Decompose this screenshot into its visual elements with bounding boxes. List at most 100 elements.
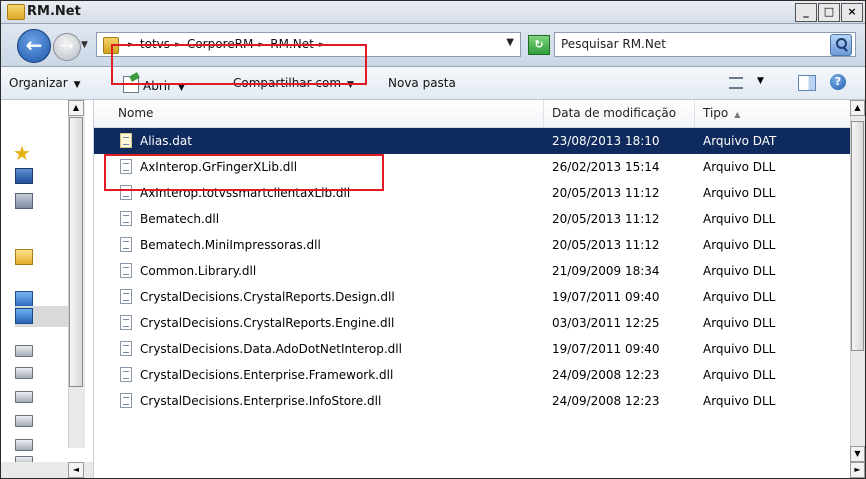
views-icon[interactable] (729, 77, 743, 89)
open-button[interactable]: Abrir ▼ (123, 76, 185, 93)
title-bar[interactable]: RM.Net _ □ × (1, 1, 865, 24)
scroll-down-icon[interactable]: ▼ (850, 446, 865, 462)
scroll-up-icon[interactable]: ▲ (68, 100, 84, 116)
file-icon (120, 159, 132, 174)
file-date: 24/09/2008 12:23 (552, 394, 660, 408)
new-folder-button[interactable]: Nova pasta (388, 76, 456, 90)
scroll-right-icon[interactable]: ► (850, 462, 865, 478)
search-placeholder: Pesquisar RM.Net (561, 37, 666, 51)
minimize-button[interactable]: _ (795, 3, 817, 22)
file-name: CrystalDecisions.Enterprise.Framework.dl… (140, 368, 394, 382)
share-label: Compartilhar com (233, 76, 342, 90)
window-title: RM.Net (27, 4, 81, 19)
column-type-label: Tipo (703, 106, 729, 120)
help-icon[interactable]: ? (830, 74, 846, 90)
file-name: CrystalDecisions.CrystalReports.Engine.d… (140, 316, 395, 330)
file-row[interactable]: Common.Library.dll 21/09/2009 18:34 Arquiv… (94, 258, 854, 284)
search-input[interactable]: Pesquisar RM.Net (554, 32, 856, 57)
file-name: CrystalDecisions.CrystalReports.Design.d… (140, 290, 395, 304)
chevron-down-icon: ▼ (178, 83, 185, 93)
breadcrumb-item-corporerm[interactable]: CorporeRM (187, 37, 253, 53)
file-icon (120, 367, 132, 382)
file-icon (120, 341, 132, 356)
libraries-icon[interactable] (15, 249, 33, 265)
column-name[interactable]: Nome (94, 100, 544, 127)
scroll-up-icon[interactable]: ▲ (850, 100, 865, 116)
chevron-right-icon[interactable]: ► (258, 37, 265, 53)
maximize-button[interactable]: □ (818, 3, 840, 22)
file-row[interactable]: AxInterop.GrFingerXLib.dll 26/02/2013 15:… (94, 154, 854, 180)
file-name: Common.Library.dll (140, 264, 257, 278)
organize-menu[interactable]: Organizar ▼ (9, 76, 81, 90)
file-list-scroll-thumb[interactable] (851, 121, 864, 351)
file-row[interactable]: AxInterop.totvssmartclientaxLib.dll 20/05… (94, 180, 854, 206)
file-row[interactable]: CrystalDecisions.Data.AdoDotNetInterop.d… (94, 336, 854, 362)
file-name: AxInterop.totvssmartclientaxLib.dll (140, 186, 351, 200)
desktop-icon[interactable] (15, 168, 33, 184)
new-folder-label: Nova pasta (388, 76, 456, 90)
file-type: Arquivo DLL (703, 186, 776, 200)
file-name: CrystalDecisions.Data.AdoDotNetInterop.d… (140, 342, 402, 356)
search-icon[interactable] (830, 34, 852, 56)
breadcrumb-item-rmnet[interactable]: RM.Net (270, 37, 314, 53)
network-icon[interactable] (15, 193, 33, 209)
chevron-down-icon: ▼ (73, 80, 81, 90)
file-date: 20/05/2013 11:12 (552, 186, 660, 200)
drive-icon[interactable] (15, 367, 33, 379)
preview-pane-icon[interactable] (798, 75, 816, 91)
computer-icon[interactable] (15, 308, 33, 324)
scroll-left-icon[interactable]: ◄ (68, 462, 84, 478)
chevron-right-icon[interactable]: ► (175, 37, 182, 53)
chevron-down-icon[interactable]: ▼ (506, 37, 514, 48)
file-name: CrystalDecisions.Enterprise.InfoStore.dl… (140, 394, 382, 408)
chevron-right-icon[interactable]: ► (128, 37, 135, 53)
folder-icon (103, 37, 119, 54)
file-name: Bematech.dll (140, 212, 220, 226)
chevron-right-icon[interactable]: ► (319, 37, 326, 53)
address-bar[interactable]: ► totvs ► CorporeRM ► RM.Net ► ▼ (96, 32, 521, 57)
window-controls: _ □ × (794, 3, 863, 22)
drive-icon[interactable] (15, 345, 33, 357)
file-date: 24/09/2008 12:23 (552, 368, 660, 382)
network-drive-icon[interactable] (15, 439, 33, 451)
file-date: 19/07/2011 09:40 (552, 342, 660, 356)
file-type: Arquivo DLL (703, 264, 776, 278)
file-row[interactable]: CrystalDecisions.CrystalReports.Engine.d… (94, 310, 854, 336)
column-date[interactable]: Data de modificação (544, 100, 695, 127)
breadcrumb-item-totvs[interactable]: totvs (140, 37, 170, 53)
open-icon (123, 76, 139, 93)
share-menu[interactable]: Compartilhar com ▼ (233, 76, 354, 90)
homegroup-icon[interactable] (15, 291, 33, 307)
file-icon (120, 211, 132, 226)
organize-label: Organizar (9, 76, 68, 90)
back-button[interactable]: ← (17, 29, 51, 63)
refresh-button[interactable]: ↻ (528, 35, 550, 55)
network-drive-icon[interactable] (15, 391, 33, 403)
file-type: Arquivo DLL (703, 316, 776, 330)
favorites-star-icon[interactable]: ★ (13, 143, 31, 163)
chevron-down-icon[interactable]: ▼ (757, 76, 764, 86)
file-list[interactable]: Nome Data de modificação Tipo ▲ Alias.dat… (94, 100, 865, 478)
file-row[interactable]: CrystalDecisions.CrystalReports.Design.d… (94, 284, 854, 310)
file-type: Arquivo DLL (703, 342, 776, 356)
file-date: 20/05/2013 11:12 (552, 238, 660, 252)
close-button[interactable]: × (841, 3, 863, 22)
file-row[interactable]: CrystalDecisions.Enterprise.InfoStore.dl… (94, 388, 854, 414)
column-type[interactable]: Tipo ▲ (695, 100, 854, 127)
network-drive-icon[interactable] (15, 415, 33, 427)
file-type: Arquivo DLL (703, 160, 776, 174)
file-date: 20/05/2013 11:12 (552, 212, 660, 226)
nav-scroll-thumb[interactable] (69, 117, 83, 387)
explorer-window: RM.Net _ □ × ← → ▼ ► totvs ► CorporeRM ►… (0, 0, 866, 479)
file-row[interactable]: CrystalDecisions.Enterprise.Framework.dl… (94, 362, 854, 388)
open-label: Abrir (143, 79, 173, 93)
history-dropdown-icon[interactable]: ▼ (81, 40, 88, 50)
forward-button[interactable]: → (53, 33, 81, 61)
file-row[interactable]: Bematech.MiniImpressoras.dll 20/05/2013 1… (94, 232, 854, 258)
file-date: 21/09/2009 18:34 (552, 264, 660, 278)
file-row[interactable]: Alias.dat 23/08/2013 18:10 Arquivo DAT (94, 128, 854, 154)
file-row[interactable]: Bematech.dll 20/05/2013 11:12 Arquivo DLL (94, 206, 854, 232)
file-icon (120, 237, 132, 252)
file-icon (120, 315, 132, 330)
file-icon (120, 263, 132, 278)
